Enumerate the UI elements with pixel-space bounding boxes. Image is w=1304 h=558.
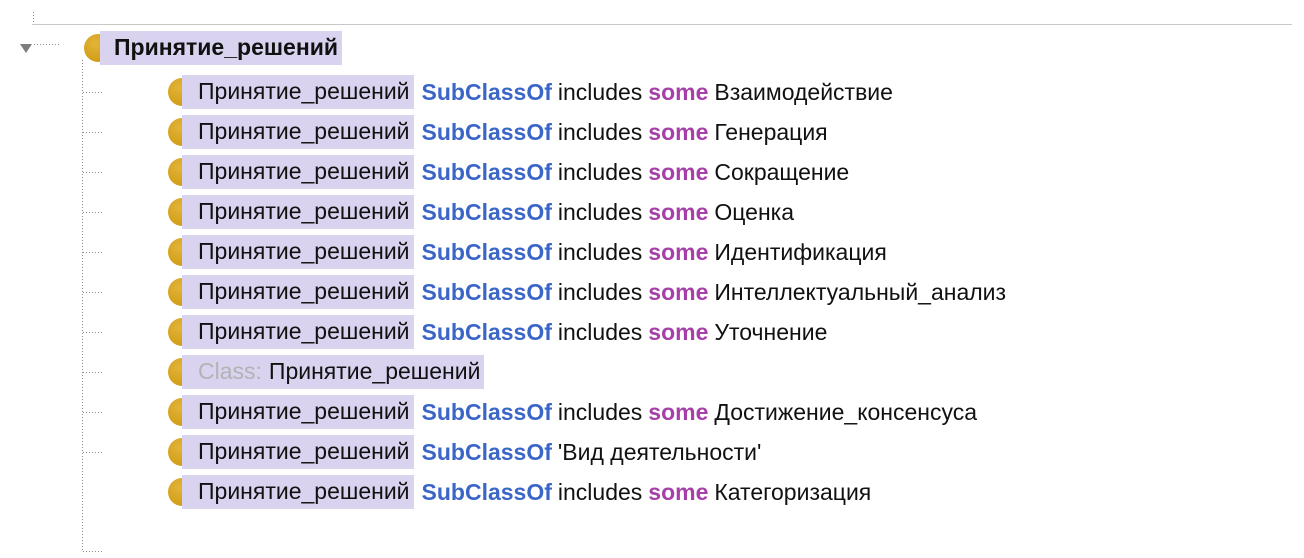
axiom-object: Интеллектуальный_анализ — [714, 278, 1007, 305]
axiom-highlight: Принятие_решений — [182, 115, 414, 149]
subclassof-keyword: SubClassOf — [421, 478, 552, 505]
subclassof-keyword: SubClassOf — [421, 158, 552, 185]
subclassof-keyword: SubClassOf — [421, 398, 552, 425]
class-declaration-row[interactable]: Class: Принятие_решений — [168, 352, 485, 392]
subclassof-keyword: SubClassOf — [421, 118, 552, 145]
subclassof-keyword: SubClassOf — [421, 318, 552, 345]
axiom-subject: Принятие_решений — [198, 438, 410, 464]
axiom-object: Взаимодействие — [714, 78, 893, 105]
axiom-subject: Принятие_решений — [198, 278, 410, 304]
axiom-highlight: Принятие_решений — [182, 75, 414, 109]
axiom-subject: Принятие_решений — [268, 358, 481, 384]
axiom-row[interactable]: Принятие_решений SubClassOf includes some Ут… — [168, 312, 827, 352]
axiom-row[interactable]: Принятие_решений SubClassOf 'Вид деятельно… — [168, 432, 761, 472]
axiom-object: Достижение_консенсуса — [714, 398, 978, 425]
axiom-highlight: Class: Принятие_решений — [182, 355, 485, 389]
axiom-row[interactable]: Принятие_решений SubClassOf includes some Ид… — [168, 232, 887, 272]
object-property: includes — [557, 318, 643, 345]
axiom-highlight: Принятие_решений — [182, 155, 414, 189]
axiom-object: Идентификация — [714, 238, 887, 265]
quantifier-keyword: some — [648, 198, 709, 225]
axiom-object: Сокращение — [714, 158, 850, 185]
axiom-highlight: Принятие_решений — [182, 315, 414, 349]
axiom-subject: Принятие_решений — [198, 198, 410, 224]
object-property: includes — [557, 198, 643, 225]
quantifier-keyword: some — [648, 318, 709, 345]
axiom-object: Категоризация — [714, 478, 872, 505]
quantifier-keyword: some — [648, 118, 709, 145]
panel-top-border — [32, 24, 1292, 25]
object-property: includes — [557, 78, 643, 105]
quantifier-keyword: some — [648, 78, 709, 105]
axiom-highlight: Принятие_решений — [182, 195, 414, 229]
axiom-row[interactable]: Принятие_решений SubClassOf includes some Вз… — [168, 72, 893, 112]
tree-root-node[interactable]: Принятие_решений — [18, 28, 342, 68]
root-class-name: Принятие_решений — [100, 31, 342, 65]
object-property: includes — [557, 158, 643, 185]
axiom-row[interactable]: Принятие_решений SubClassOf includes some Оц… — [168, 192, 794, 232]
object-property: includes — [557, 118, 643, 145]
axiom-object: Уточнение — [714, 318, 828, 345]
quantifier-keyword: some — [648, 398, 709, 425]
subclassof-keyword: SubClassOf — [421, 278, 552, 305]
subclassof-keyword: SubClassOf — [421, 438, 552, 465]
axiom-highlight: Принятие_решений — [182, 475, 414, 509]
quantifier-keyword: some — [648, 278, 709, 305]
axiom-highlight: Принятие_решений — [182, 235, 414, 269]
object-property: includes — [557, 478, 643, 505]
axiom-highlight: Принятие_решений — [182, 435, 414, 469]
object-property: includes — [557, 398, 643, 425]
axiom-object: Генерация — [714, 118, 828, 145]
subclassof-keyword: SubClassOf — [421, 238, 552, 265]
axiom-highlight: Принятие_решений — [182, 395, 414, 429]
axiom-row[interactable]: Принятие_решений SubClassOf includes some Ин… — [168, 272, 1006, 312]
axiom-subject: Принятие_решений — [198, 118, 410, 144]
axiom-subject: Принятие_решений — [198, 398, 410, 424]
quantifier-keyword: some — [648, 238, 709, 265]
axiom-subject: Принятие_решений — [198, 478, 410, 504]
axiom-subject: Принятие_решений — [198, 318, 410, 344]
subclassof-keyword: SubClassOf — [421, 198, 552, 225]
axiom-subject: Принятие_решений — [198, 238, 410, 264]
axiom-row[interactable]: Принятие_решений SubClassOf includes some Ге… — [168, 112, 828, 152]
quantifier-keyword: some — [648, 478, 709, 505]
axiom-object: 'Вид деятельности' — [557, 438, 762, 465]
class-keyword: Class: — [198, 358, 262, 384]
object-property: includes — [557, 278, 643, 305]
axiom-row[interactable]: Принятие_решений SubClassOf includes some До… — [168, 392, 977, 432]
axiom-highlight: Принятие_решений — [182, 275, 414, 309]
axiom-subject: Принятие_решений — [198, 78, 410, 104]
object-property: includes — [557, 238, 643, 265]
subclassof-keyword: SubClassOf — [421, 78, 552, 105]
axiom-subject: Принятие_решений — [198, 158, 410, 184]
triangle-down-icon[interactable] — [18, 40, 34, 56]
axiom-row[interactable]: Принятие_решений SubClassOf includes some Со… — [168, 152, 849, 192]
axiom-row[interactable]: Принятие_решений SubClassOf includes some Ка… — [168, 472, 871, 512]
quantifier-keyword: some — [648, 158, 709, 185]
axiom-object: Оценка — [714, 198, 795, 225]
